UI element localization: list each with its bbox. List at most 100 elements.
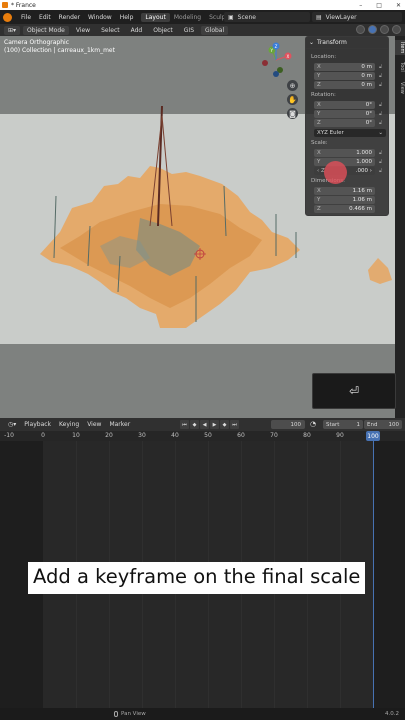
blender-logo-icon[interactable]: [3, 12, 12, 22]
menu-render[interactable]: Render: [55, 14, 84, 21]
lock-icon[interactable]: 🔓︎: [379, 73, 382, 79]
workspace-tab-layout[interactable]: Layout: [141, 12, 170, 22]
tab-tool[interactable]: Tool: [395, 60, 405, 74]
location-y-field[interactable]: Y0 m: [314, 72, 375, 80]
timeline-header: ◷▾ Playback Keying View Marker ⏮ ◆ ◀ ▶ ◆…: [0, 418, 405, 431]
maximize-button[interactable]: □: [376, 2, 382, 9]
mouse-middle-icon: [114, 711, 118, 717]
viewlayer-selector[interactable]: ▤ ViewLayer: [312, 12, 402, 22]
material-shading-icon[interactable]: [380, 25, 389, 34]
lock-icon[interactable]: 🔓︎: [379, 168, 382, 174]
lock-icon[interactable]: 🔓︎: [379, 102, 382, 108]
menu-keying[interactable]: Keying: [55, 421, 83, 428]
collapse-chevron-icon[interactable]: ⌄: [309, 39, 314, 46]
dimensions-y-field[interactable]: Y 1.06 m: [314, 196, 375, 204]
gizmo-z-label: Z: [275, 44, 278, 49]
status-action: Pan View: [121, 711, 146, 717]
scale-x-field[interactable]: X 1.000: [314, 149, 375, 157]
tab-view[interactable]: View: [395, 80, 405, 96]
lock-icon[interactable]: 🔓︎: [379, 150, 382, 156]
window-title: * France: [11, 1, 36, 9]
status-bar: Pan View 4.0.2: [0, 708, 405, 720]
editor-type-button[interactable]: ⊞▾: [4, 25, 21, 35]
close-button[interactable]: ✕: [396, 2, 401, 9]
rotation-label: Rotation:: [311, 92, 336, 98]
viewlayer-icon: ▤: [316, 13, 322, 21]
zoom-icon[interactable]: ⊕: [287, 80, 298, 91]
scene-name: Scene: [237, 13, 256, 21]
menu-add[interactable]: Add: [127, 27, 147, 34]
playhead-line[interactable]: [373, 441, 374, 708]
rotation-x-field[interactable]: X 0°: [314, 101, 375, 109]
workspace-tab-modeling[interactable]: Modeling: [170, 13, 205, 22]
frame-ruler[interactable]: -10 0 10 20 30 40 50 60 70 80 90 100: [0, 431, 405, 441]
navigation-gizmo[interactable]: X Y Z: [258, 42, 294, 78]
ruler-tick: -10: [4, 432, 14, 439]
lock-icon[interactable]: 🔓︎: [379, 82, 382, 88]
ruler-tick: 30: [138, 432, 146, 439]
menu-edit[interactable]: Edit: [35, 14, 55, 21]
next-keyframe-icon[interactable]: ◆: [220, 420, 229, 429]
transform-panel: ⌄ Transform Location: X0 m 🔓︎ Y0 m 🔓︎ Z0…: [305, 36, 389, 216]
ruler-tick: 0: [41, 432, 45, 439]
version-label: 4.0.2: [385, 711, 399, 717]
rendered-shading-icon[interactable]: [392, 25, 401, 34]
menu-file[interactable]: File: [17, 14, 35, 21]
rotation-z-field[interactable]: Z 0°: [314, 119, 375, 127]
pan-hand-icon[interactable]: ✋: [287, 94, 298, 105]
gizmo-x-label: X: [287, 54, 290, 59]
end-frame-field[interactable]: End 100: [364, 420, 402, 429]
menu-window[interactable]: Window: [84, 14, 116, 21]
video-caption: Add a keyframe on the final scale: [28, 562, 366, 594]
viewport-header: ⊞▾ Object Mode View Select Add Object GI…: [0, 24, 405, 36]
chevron-down-icon: ⌄: [378, 130, 383, 136]
start-frame-field[interactable]: Start 1: [323, 420, 363, 429]
rotation-y-field[interactable]: Y 0°: [314, 110, 375, 118]
tab-item[interactable]: Item: [395, 40, 405, 56]
lock-icon[interactable]: 🔓︎: [379, 159, 382, 165]
lock-icon[interactable]: 🔓︎: [379, 64, 382, 70]
menu-help[interactable]: Help: [116, 14, 138, 21]
clock-icon[interactable]: ◔: [310, 420, 316, 428]
location-x-field[interactable]: X0 m: [314, 63, 375, 71]
lock-icon[interactable]: 🔓︎: [379, 111, 382, 117]
ruler-tick: 60: [237, 432, 245, 439]
increment-arrow-icon[interactable]: ›: [368, 168, 372, 174]
ruler-tick: 50: [204, 432, 212, 439]
menu-timeline-view[interactable]: View: [83, 421, 105, 428]
blender-app-icon: [2, 2, 8, 8]
jump-start-icon[interactable]: ⏮: [180, 420, 189, 429]
dimensions-z-field[interactable]: Z 0.466 m: [314, 205, 375, 213]
ruler-tick: 90: [336, 432, 344, 439]
prev-keyframe-icon[interactable]: ◆: [190, 420, 199, 429]
scene-selector[interactable]: ▣ Scene: [224, 12, 310, 22]
menu-marker[interactable]: Marker: [105, 421, 134, 428]
menu-object[interactable]: Object: [149, 27, 177, 34]
solid-shading-icon[interactable]: [368, 25, 377, 34]
play-reverse-icon[interactable]: ◀: [200, 420, 209, 429]
window-titlebar: * France – □ ✕: [0, 0, 405, 10]
ruler-tick: 10: [72, 432, 80, 439]
menu-select[interactable]: Select: [97, 27, 124, 34]
viewlayer-name: ViewLayer: [325, 13, 357, 21]
orientation-selector[interactable]: Global: [201, 25, 229, 35]
dimensions-x-field[interactable]: X 1.16 m: [314, 187, 375, 195]
camera-view-icon[interactable]: ◙: [287, 108, 298, 119]
timeline-editor-icon[interactable]: ◷▾: [4, 421, 20, 428]
jump-end-icon[interactable]: ⏭: [230, 420, 239, 429]
collection-label: (100) Collection | carreaux_1km_met: [4, 47, 115, 54]
menu-view[interactable]: View: [72, 27, 94, 34]
mouse-cursor-highlight: [324, 161, 347, 184]
play-icon[interactable]: ▶: [210, 420, 219, 429]
lock-icon[interactable]: 🔓︎: [379, 120, 382, 126]
menu-gis[interactable]: GIS: [180, 27, 198, 34]
current-frame-field[interactable]: 100: [271, 420, 305, 429]
rotation-mode-select[interactable]: XYZ Euler ⌄: [314, 129, 386, 137]
wireframe-shading-icon[interactable]: [356, 25, 365, 34]
location-z-field[interactable]: Z0 m: [314, 81, 375, 89]
current-frame-indicator[interactable]: 100: [366, 431, 380, 441]
scale-label: Scale:: [311, 140, 328, 146]
minimize-button[interactable]: –: [359, 2, 362, 9]
mode-selector[interactable]: Object Mode: [23, 25, 69, 35]
menu-playback[interactable]: Playback: [20, 421, 55, 428]
